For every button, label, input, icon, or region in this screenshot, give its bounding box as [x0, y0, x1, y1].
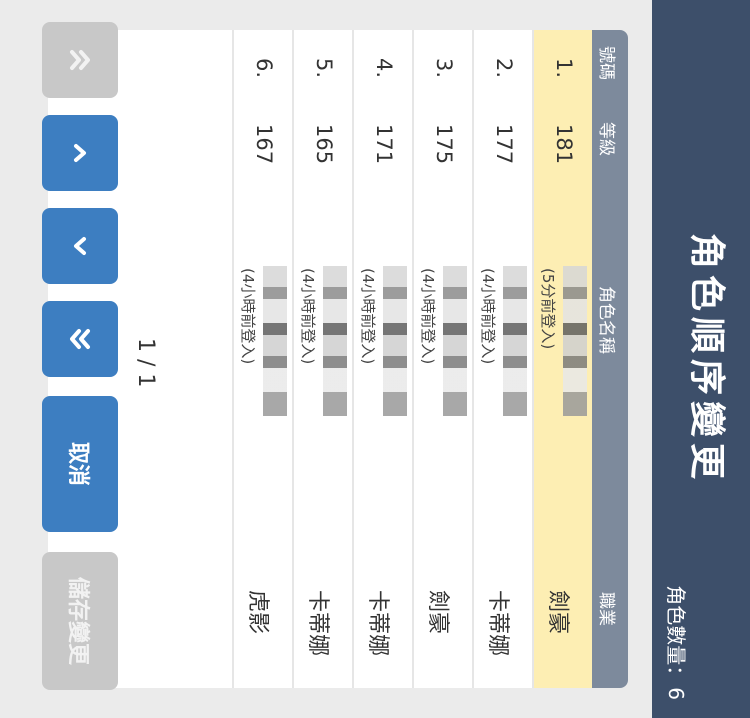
page-indicator: 1 / 1	[133, 338, 158, 388]
table-row[interactable]: 3. 175 (4小時前登入) 劍豪	[412, 30, 472, 688]
row-level: 175	[432, 124, 456, 165]
table-row[interactable]: 2. 177 (4小時前登入) 卡蒂娜	[472, 30, 532, 688]
row-last-login: (5分前登入)	[539, 268, 557, 350]
row-number: 6.	[252, 58, 276, 79]
table-header: 號碼 等級 角色名稱 職業	[592, 30, 628, 688]
row-job: 卡蒂娜	[365, 590, 390, 657]
table-row[interactable]: 5. 165 (4小時前登入) 卡蒂娜	[292, 30, 352, 688]
move-up-button[interactable]	[42, 115, 118, 191]
row-number: 5.	[312, 58, 336, 79]
table-row[interactable]: 1. 181 (5分前登入) 劍豪	[532, 30, 592, 688]
character-name-redacted	[503, 266, 527, 416]
row-last-login: (4小時前登入)	[479, 268, 497, 365]
chevron-down-icon	[74, 237, 86, 255]
row-job: 劍豪	[425, 590, 450, 635]
row-last-login: (4小時前登入)	[419, 268, 437, 365]
column-header-no: 號碼	[596, 46, 616, 80]
character-count-label: 角色數量：	[664, 585, 688, 686]
character-name-redacted	[443, 266, 467, 416]
row-level: 165	[312, 124, 336, 165]
row-level: 181	[552, 124, 576, 165]
row-job: 劍豪	[545, 590, 570, 635]
row-number: 3.	[432, 58, 456, 79]
row-level: 167	[252, 124, 276, 165]
cancel-button[interactable]: 取消	[42, 396, 118, 532]
character-order-panel: 角色順序變更 角色數量：6 號碼 等級 角色名稱 職業 1. 181 (5分前登入)…	[0, 0, 750, 718]
row-number: 4.	[372, 58, 396, 79]
character-name-redacted	[563, 266, 587, 416]
move-top-button[interactable]	[42, 22, 118, 98]
row-level: 171	[372, 124, 396, 165]
character-name-redacted	[323, 266, 347, 416]
column-header-name: 角色名稱	[596, 286, 616, 354]
row-last-login: (4小時前登入)	[299, 268, 317, 365]
row-level: 177	[492, 124, 516, 165]
character-count: 角色數量：6	[663, 585, 692, 700]
row-number: 2.	[492, 58, 516, 79]
title-bar: 角色順序變更 角色數量：6	[652, 0, 750, 718]
row-job: 卡蒂娜	[305, 590, 330, 657]
row-last-login: (4小時前登入)	[239, 268, 257, 365]
table-row[interactable]: 6. 167 (4小時前登入) 虎影	[232, 30, 292, 688]
row-last-login: (4小時前登入)	[359, 268, 377, 365]
save-changes-button[interactable]: 儲存變更	[42, 552, 118, 690]
double-chevron-down-icon	[70, 329, 90, 349]
move-bottom-button[interactable]	[42, 301, 118, 377]
character-name-redacted	[383, 266, 407, 416]
table-row[interactable]: 4. 171 (4小時前登入) 卡蒂娜	[352, 30, 412, 688]
row-job: 虎影	[245, 590, 270, 635]
chevron-up-icon	[74, 144, 86, 162]
character-name-redacted	[263, 266, 287, 416]
move-down-button[interactable]	[42, 208, 118, 284]
row-number: 1.	[552, 58, 576, 79]
double-chevron-up-icon	[70, 50, 90, 70]
column-header-job: 職業	[596, 592, 616, 626]
column-header-level: 等級	[596, 122, 616, 156]
row-job: 卡蒂娜	[485, 590, 510, 657]
character-count-value: 6	[664, 687, 688, 700]
